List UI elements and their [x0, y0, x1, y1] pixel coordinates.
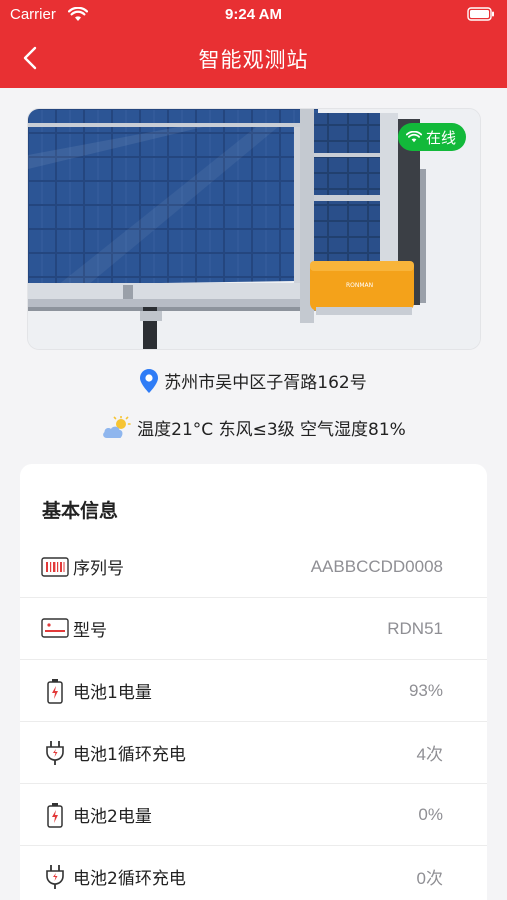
- battery-level-icon: [40, 678, 70, 704]
- info-row-battery2-cycles: 电池2循环充电 0次: [20, 846, 487, 900]
- charge-plug-icon: [40, 864, 70, 890]
- model-card-icon: [40, 617, 70, 640]
- info-label: 序列号: [73, 559, 124, 579]
- location-pin-icon: [140, 368, 159, 393]
- info-label: 型号: [73, 621, 107, 641]
- info-value: AABBCCDD0008: [310, 556, 443, 576]
- info-value: 93%: [408, 680, 443, 700]
- info-row-battery1-cycles: 电池1循环充电 4次: [20, 722, 487, 784]
- info-value: 0次: [416, 869, 443, 888]
- basic-info-card: 基本信息 序列号 AABBCCDD0008 型号 RDN51 电池1电量 93%…: [20, 464, 487, 900]
- info-value: RDN51: [387, 618, 443, 638]
- page-title: 智能观测站: [198, 48, 309, 72]
- cleaner-brand-text: RONMAN: [346, 282, 373, 289]
- info-value: 4次: [416, 745, 443, 764]
- partly-cloudy-icon: [103, 415, 131, 438]
- basic-info-title: 基本信息: [42, 500, 119, 522]
- status-time: 9:24 AM: [225, 6, 282, 23]
- weather-summary: 温度21°C 东风≤3级 空气湿度81%: [137, 420, 406, 440]
- info-row-model: 型号 RDN51: [20, 598, 487, 660]
- barcode-icon: [40, 556, 70, 577]
- info-label: 电池2电量: [73, 807, 152, 827]
- weather-row: 温度21°C 东风≤3级 空气湿度81%: [0, 415, 507, 440]
- info-row-battery1-level: 电池1电量 93%: [20, 660, 487, 722]
- battery-icon: [467, 7, 494, 21]
- location-address: 苏州市吴中区子胥路162号: [164, 373, 367, 393]
- info-row-serial: 序列号 AABBCCDD0008: [20, 536, 487, 598]
- info-label: 电池1电量: [73, 683, 152, 703]
- info-label: 电池2循环充电: [73, 869, 186, 889]
- info-label: 电池1循环充电: [73, 745, 186, 765]
- online-status-label: 在线: [425, 128, 456, 147]
- device-photo-card: RONMAN 在线: [27, 108, 481, 350]
- charge-plug-icon: [40, 740, 70, 766]
- battery-level-icon: [40, 802, 70, 828]
- status-bar: Carrier 9:24 AM: [0, 0, 507, 30]
- location-row: 苏州市吴中区子胥路162号: [0, 368, 507, 393]
- info-value: 0%: [418, 804, 443, 824]
- app-header: Carrier 9:24 AM 智能观测站: [0, 0, 507, 88]
- online-status-badge: 在线: [397, 123, 466, 151]
- wifi-icon: [405, 131, 422, 143]
- info-row-battery2-level: 电池2电量 0%: [20, 784, 487, 846]
